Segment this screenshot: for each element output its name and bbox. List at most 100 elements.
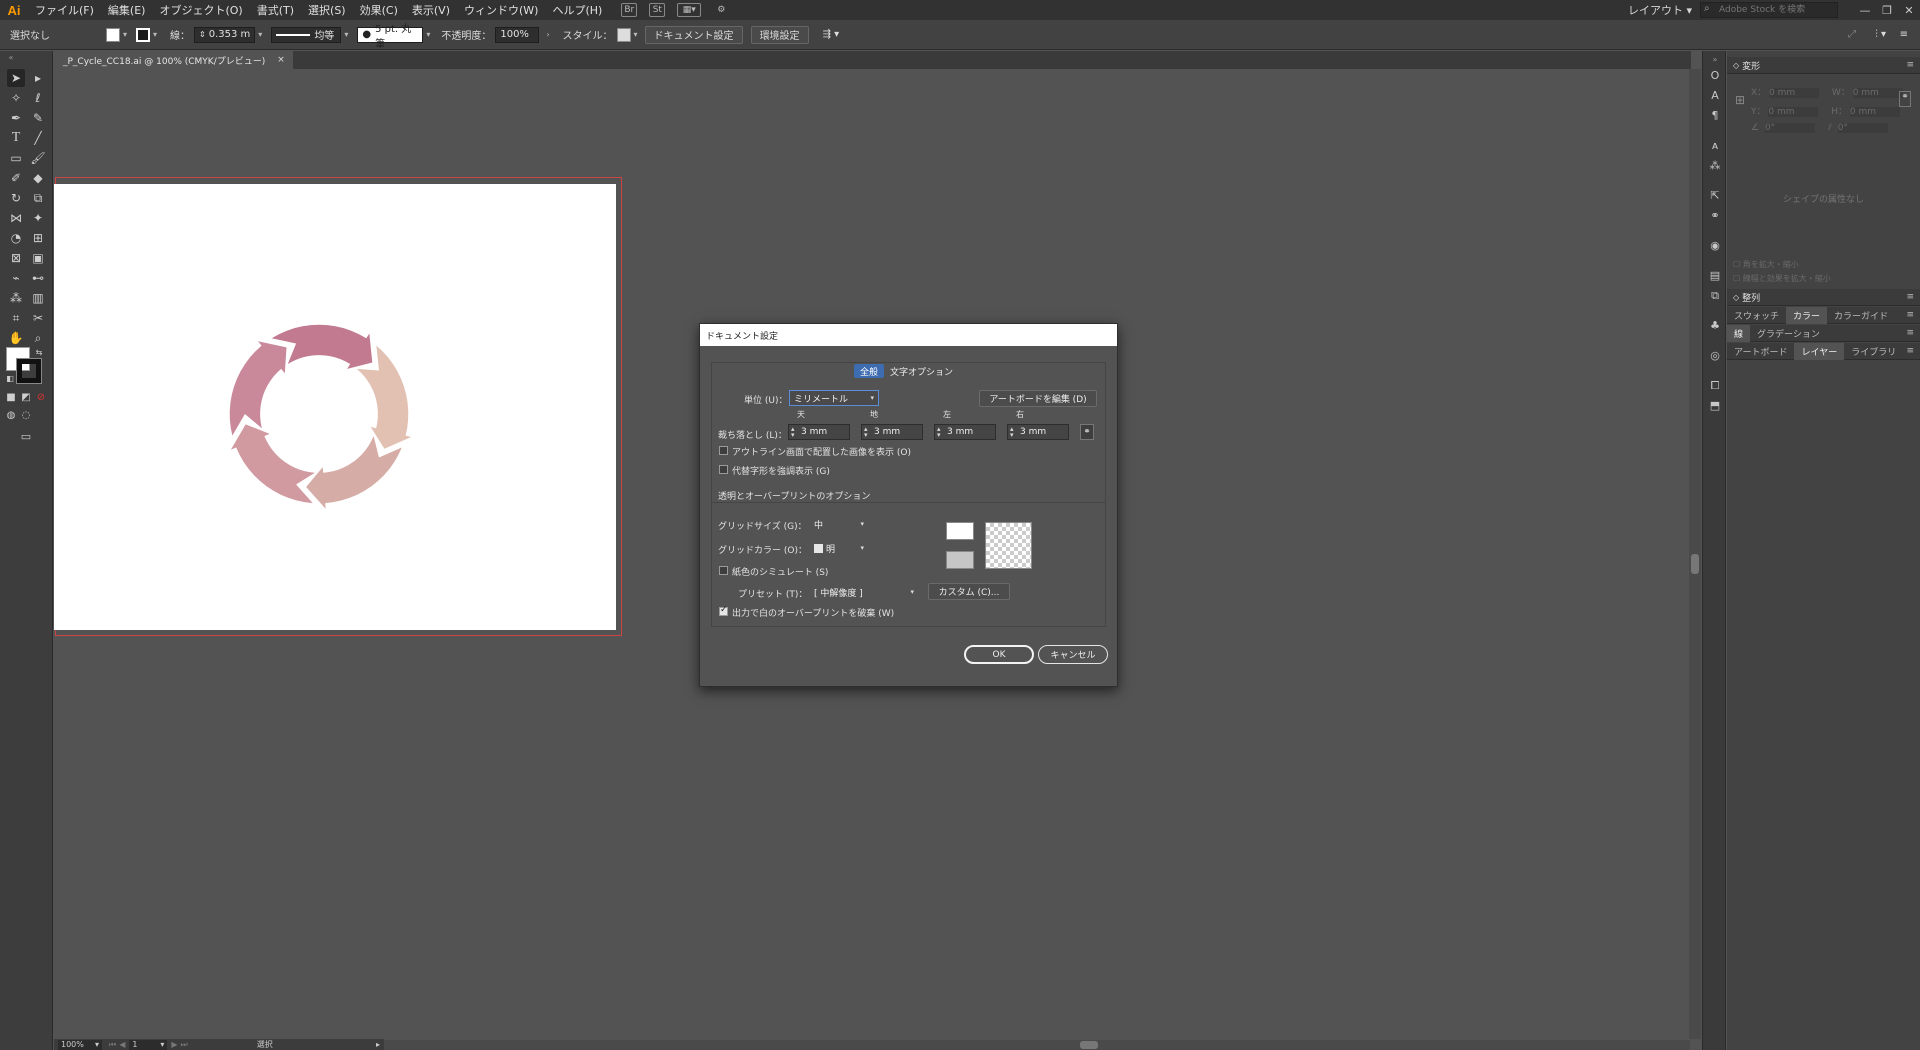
panel-menu-icon[interactable]: ≡: [1906, 292, 1914, 302]
eraser-tool-icon[interactable]: ◆: [29, 169, 47, 187]
color-mode-icon[interactable]: ■: [5, 391, 17, 403]
menu-view[interactable]: 表示(V): [405, 2, 457, 18]
appearance-icon[interactable]: ◉: [1708, 239, 1722, 253]
direct-selection-tool-icon[interactable]: ▸: [29, 69, 47, 87]
panel-menu-icon[interactable]: ≡: [1906, 328, 1914, 338]
reference-point-icon[interactable]: ⊞: [1735, 93, 1745, 107]
show-images-outline-label[interactable]: アウトライン画面で配置した画像を表示 (O): [732, 445, 911, 458]
graphic-style-swatch[interactable]: [616, 27, 631, 42]
rotate-tool-icon[interactable]: ↻: [7, 189, 25, 207]
rectangle-tool-icon[interactable]: ▭: [7, 149, 25, 167]
highlight-glyphs-label[interactable]: 代替字形を強調表示 (G): [732, 464, 830, 477]
width-tool-icon[interactable]: ⋈: [7, 209, 25, 227]
bleed-top-field[interactable]: ▴ ▾ 3 mm: [788, 424, 850, 440]
slice-tool-icon[interactable]: ✂: [29, 309, 47, 327]
show-images-outline-checkbox[interactable]: [719, 446, 728, 455]
fill-color-swatch[interactable]: [106, 27, 120, 42]
stock-button[interactable]: St: [649, 3, 666, 17]
opacity-field[interactable]: 100%: [495, 26, 540, 43]
spinner-icon[interactable]: ▴ ▾: [791, 426, 795, 439]
menu-type[interactable]: 書式(T): [250, 2, 301, 18]
artboard[interactable]: [54, 184, 616, 630]
menu-effect[interactable]: 効果(C): [353, 2, 405, 18]
menu-select[interactable]: 選択(S): [301, 2, 353, 18]
document-info-icon[interactable]: ▤: [1708, 269, 1722, 283]
menu-edit[interactable]: 編集(E): [101, 2, 153, 18]
preferences-button[interactable]: 環境設定: [750, 25, 809, 44]
transform-panel-header[interactable]: ◇ 変形 ≡: [1727, 57, 1920, 74]
glyphs-icon[interactable]: ⁂: [1708, 159, 1722, 173]
spinner-icon[interactable]: ▴ ▾: [864, 426, 868, 439]
cancel-button[interactable]: キャンセル: [1038, 645, 1108, 664]
spinner-icon[interactable]: ▴ ▾: [1010, 426, 1014, 439]
bridge-button[interactable]: Br: [621, 3, 638, 17]
ok-button[interactable]: OK: [964, 645, 1034, 664]
tab-color-guide[interactable]: カラーガイド: [1827, 307, 1895, 324]
highlight-glyphs-checkbox[interactable]: [719, 465, 728, 474]
custom-button[interactable]: カスタム (C)...: [928, 583, 1010, 600]
minimize-icon[interactable]: —: [1854, 4, 1876, 17]
align-options-icon[interactable]: ⫶ ▾: [1871, 29, 1890, 40]
mesh-tool-icon[interactable]: ⊠: [7, 249, 25, 267]
puppet-warp-icon[interactable]: ✦: [29, 209, 47, 227]
close-tab-icon[interactable]: ×: [277, 55, 285, 65]
tab-swatches[interactable]: スウォッチ: [1727, 307, 1786, 324]
artboard-tool-icon[interactable]: ⌗: [7, 309, 25, 327]
discard-white-overprint-label[interactable]: 出力で白のオーバープリントを破棄 (W): [732, 606, 894, 619]
collapse-icon[interactable]: «: [2, 53, 20, 62]
chevron-right-icon[interactable]: ›: [543, 30, 552, 39]
character-icon[interactable]: A: [1708, 89, 1722, 103]
transparency-icon[interactable]: ◎: [1708, 349, 1722, 363]
shape-builder-icon[interactable]: ◔: [7, 229, 25, 247]
panel-menu-icon[interactable]: ≡: [1896, 29, 1912, 40]
first-artboard-icon[interactable]: ⏮: [109, 1040, 116, 1050]
document-setup-button[interactable]: ドキュメント設定: [644, 25, 743, 44]
panel-menu-icon[interactable]: ≡: [1906, 346, 1914, 356]
cycle-arrow-segment[interactable]: [229, 341, 287, 436]
chevron-down-icon[interactable]: ▾: [423, 30, 433, 39]
scale-tool-icon[interactable]: ⧉: [29, 189, 47, 207]
link-proportions-icon[interactable]: ⚭: [1899, 91, 1911, 107]
scale-strokes-option[interactable]: ☐ 線幅と効果を拡大・縮小: [1733, 273, 1831, 284]
menu-file[interactable]: ファイル(F): [28, 2, 101, 18]
graph-tool-icon[interactable]: ▥: [29, 289, 47, 307]
next-artboard-icon[interactable]: ▶: [171, 1040, 177, 1049]
paragraph-icon[interactable]: ¶: [1708, 109, 1722, 123]
isolation-icon[interactable]: ⤢: [1844, 29, 1860, 40]
bleed-left-field[interactable]: ▴ ▾ 3 mm: [934, 424, 996, 440]
menu-help[interactable]: ヘルプ(H): [545, 2, 609, 18]
gpu-performance-icon[interactable]: ⚙: [713, 3, 729, 17]
symbol-sprayer-icon[interactable]: ⁂: [7, 289, 25, 307]
type-tool-icon[interactable]: T: [7, 129, 25, 147]
background-white-swatch[interactable]: [946, 522, 974, 540]
h-field[interactable]: 0 mm: [1849, 107, 1900, 117]
panel-menu-icon[interactable]: ≡: [1906, 310, 1914, 320]
chevron-down-icon[interactable]: ▾: [631, 30, 641, 39]
restore-icon[interactable]: ❐: [1876, 4, 1898, 17]
previous-artboard-icon[interactable]: ◀: [119, 1040, 125, 1049]
zoom-level-field[interactable]: 100% ▾: [58, 1039, 102, 1050]
collapse-icon[interactable]: ◇: [1733, 293, 1739, 302]
swap-colors-icon[interactable]: ⇆: [34, 347, 44, 357]
selection-tool-icon[interactable]: ➤: [7, 69, 25, 87]
gradient-tool-icon[interactable]: ▣: [29, 249, 47, 267]
default-colors-icon[interactable]: ◧: [5, 373, 15, 383]
tab-libraries[interactable]: ライブラリ: [1844, 343, 1903, 360]
chevron-down-icon[interactable]: ▾: [150, 30, 160, 39]
line-tool-icon[interactable]: ╱: [29, 129, 47, 147]
align-panel-header[interactable]: ◇ 整列 ≡: [1727, 289, 1920, 306]
opentype-icon[interactable]: O: [1708, 69, 1722, 83]
workspace-switcher[interactable]: レイアウト ▾: [1620, 2, 1700, 18]
w-field[interactable]: 0 mm: [1852, 88, 1903, 98]
close-window-icon[interactable]: ✕: [1898, 4, 1920, 17]
menu-window[interactable]: ウィンドウ(W): [457, 2, 545, 18]
simulate-paper-label[interactable]: 紙色のシミュレート (S): [732, 565, 828, 578]
cycle-diagram[interactable]: [224, 319, 414, 509]
horizontal-scrollbar[interactable]: [380, 1040, 1690, 1050]
none-mode-icon[interactable]: ⊘: [35, 391, 47, 403]
cycle-arrow-segment[interactable]: [230, 424, 315, 504]
scrollbar-thumb[interactable]: [1080, 1041, 1098, 1049]
arrange-documents-icon[interactable]: ▦▾: [677, 3, 702, 17]
tab-gradient[interactable]: グラデーション: [1750, 325, 1827, 342]
last-artboard-icon[interactable]: ⏭: [181, 1040, 188, 1050]
